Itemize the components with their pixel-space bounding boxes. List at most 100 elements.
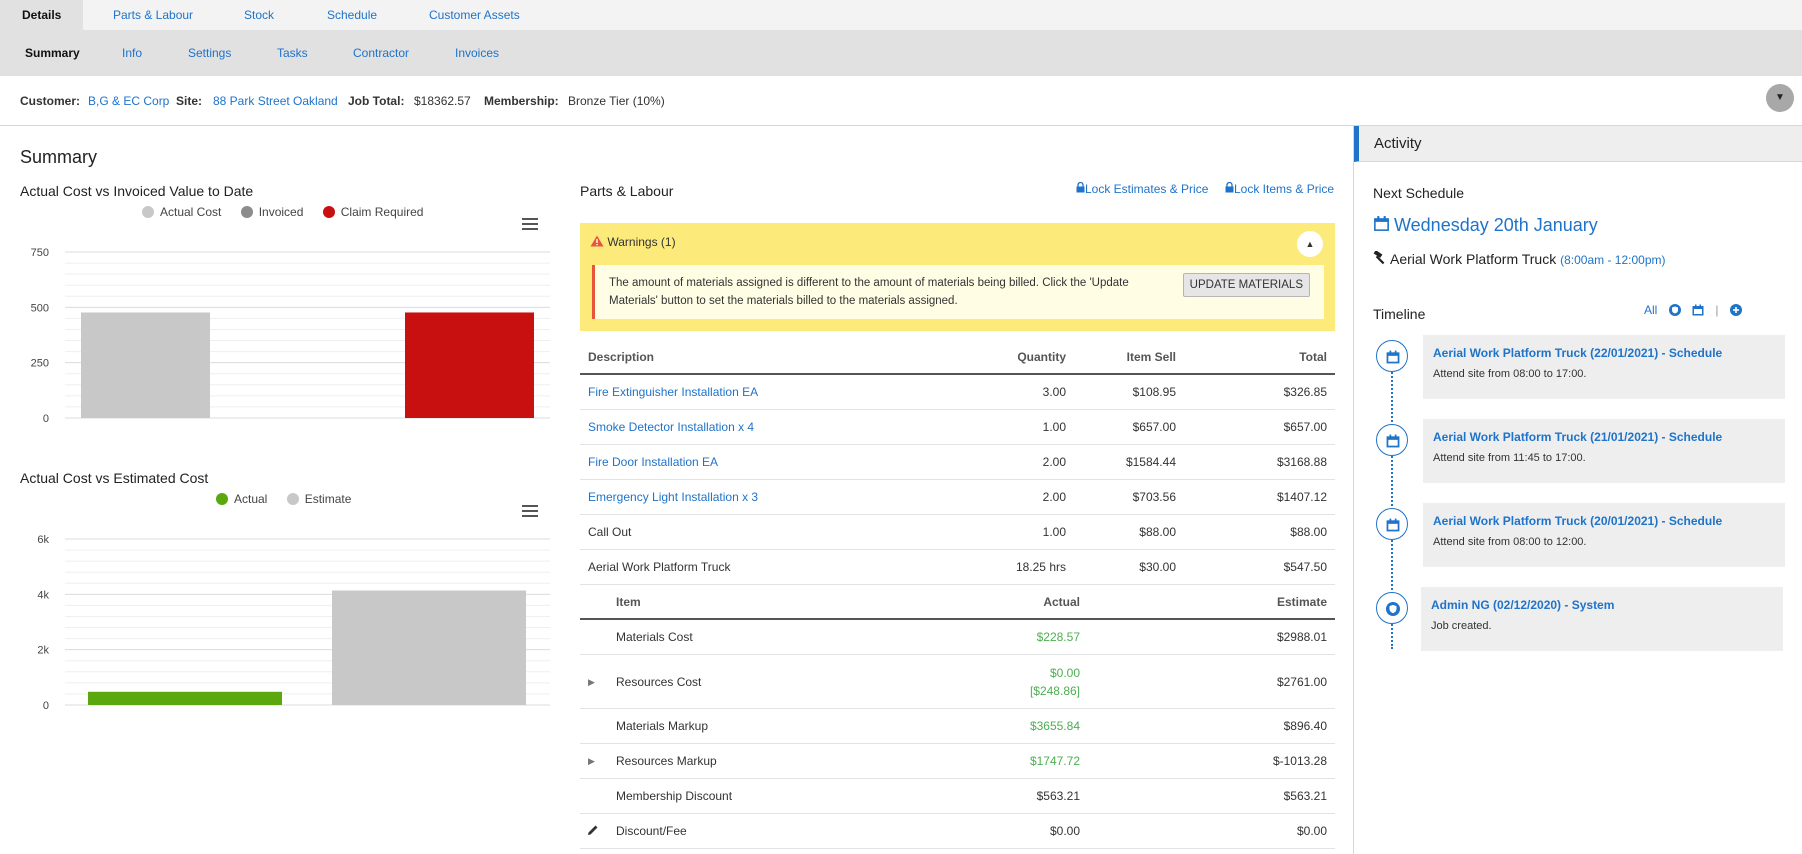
calendar-icon: [1386, 518, 1400, 532]
lock-items-link[interactable]: Lock Items & Price: [1225, 181, 1335, 196]
filter-all[interactable]: All: [1644, 303, 1657, 317]
timeline-card-title[interactable]: Aerial Work Platform Truck (20/01/2021) …: [1433, 514, 1722, 528]
bar-actual[interactable]: [88, 691, 282, 705]
row-total: $326.85: [1283, 385, 1327, 399]
legend-claim-required[interactable]: Claim Required: [322, 205, 423, 219]
timeline-card: Aerial Work Platform Truck (20/01/2021) …: [1423, 503, 1785, 567]
timeline-card-detail: Attend site from 08:00 to 12:00.: [1433, 536, 1587, 548]
row-total: $88.00: [1290, 525, 1327, 539]
calendar-icon: [1374, 216, 1389, 231]
lock-icon: [1225, 181, 1234, 193]
subtab-invoices[interactable]: Invoices: [455, 31, 499, 76]
expand-row-icon[interactable]: ▶: [588, 744, 595, 779]
expand-row-icon[interactable]: ▶: [588, 655, 595, 709]
tab-details[interactable]: Details: [0, 0, 84, 31]
bar-estimate[interactable]: [332, 590, 526, 705]
expand-info-button[interactable]: ▼: [1766, 84, 1794, 112]
tab-customer-assets[interactable]: Customer Assets: [407, 0, 542, 31]
customer-link[interactable]: B,G & EC Corp: [88, 94, 169, 108]
legend-invoiced[interactable]: Invoiced: [240, 205, 304, 219]
row-item-sell: $657.00: [1132, 420, 1176, 434]
job-total-label: Job Total:: [348, 94, 405, 108]
chart-1-title: Actual Cost vs Invoiced Value to Date: [20, 183, 254, 199]
tab-stock[interactable]: Stock: [222, 0, 296, 31]
cost-actual: $563.21: [1036, 789, 1080, 803]
bar-claim-required[interactable]: [405, 312, 534, 418]
row-quantity: 2.00: [1042, 455, 1066, 469]
lock-icon: [1076, 181, 1085, 193]
membership-value: Bronze Tier (10%): [568, 94, 665, 108]
cost-row: Materials Markup $3655.84 $896.40: [580, 709, 1335, 744]
parts-table: Description Quantity Item Sell Total Fir…: [580, 340, 1335, 585]
add-activity-plus-icon[interactable]: [1729, 304, 1742, 316]
legend-estimate[interactable]: Estimate: [286, 492, 352, 506]
membership-label: Membership:: [484, 94, 559, 108]
legend-dot: [216, 493, 228, 505]
timeline-filters: All |: [1644, 303, 1742, 317]
legend-label: Estimate: [304, 492, 352, 506]
tab-schedule[interactable]: Schedule: [305, 0, 399, 31]
row-description[interactable]: Fire Extinguisher Installation EA: [588, 375, 758, 410]
chart-2-menu-icon[interactable]: [522, 505, 538, 517]
chart-1-plot: 0 250 500 750: [31, 247, 550, 425]
legend-label: Invoiced: [258, 205, 304, 219]
row-total: $657.00: [1283, 420, 1327, 434]
next-schedule-date[interactable]: Wednesday 20th January: [1373, 215, 1598, 236]
subtab-settings[interactable]: Settings: [188, 31, 231, 76]
chart-1-legend: Actual Cost Invoiced Claim Required: [142, 205, 439, 219]
lock-estimates-link[interactable]: Lock Estimates & Price: [1076, 181, 1208, 196]
cost-actual: $1747.72: [1029, 754, 1080, 768]
timeline-card-title[interactable]: Aerial Work Platform Truck (22/01/2021) …: [1433, 346, 1722, 360]
bar-actual-cost[interactable]: [81, 312, 210, 418]
lock-items-label: Lock Items & Price: [1234, 182, 1335, 196]
next-date-text: Wednesday 20th January: [1394, 215, 1598, 235]
activity-panel: Activity Next Schedule Wednesday 20th Ja…: [1353, 126, 1802, 854]
table-row[interactable]: Smoke Detector Installation x 4 1.00 $657.…: [580, 410, 1335, 445]
cost-estimate: $563.21: [1283, 789, 1327, 803]
cost-row: Membership Discount $563.21 $563.21: [580, 779, 1335, 814]
row-description[interactable]: Emergency Light Installation x 3: [588, 480, 758, 515]
legend-actual-cost[interactable]: Actual Cost: [142, 205, 221, 219]
cost-item-label: Materials Cost: [616, 630, 693, 644]
subtab-summary[interactable]: Summary: [25, 31, 80, 76]
table-row[interactable]: Fire Door Installation EA 2.00 $1584.44 $31…: [580, 445, 1335, 480]
filter-system-shield-icon[interactable]: [1668, 304, 1681, 316]
subtab-contractor[interactable]: Contractor: [353, 31, 409, 76]
col-quantity: Quantity: [1017, 350, 1066, 364]
y-tick-label: 6k: [37, 534, 49, 546]
cost-item-label: Membership Discount: [616, 789, 733, 803]
chart-1-menu-icon[interactable]: [522, 218, 538, 230]
subtab-tasks[interactable]: Tasks: [277, 31, 308, 76]
y-tick-label: 4k: [37, 589, 49, 601]
customer-label: Customer:: [20, 94, 81, 108]
cost-item-label: Materials Markup: [616, 719, 709, 733]
timeline-card-title[interactable]: Admin NG (02/12/2020) - System: [1431, 598, 1614, 612]
cost-estimate: $2988.01: [1276, 630, 1327, 644]
legend-dot: [286, 493, 299, 505]
cost-row[interactable]: ▶ Resources Cost $0.00 [$248.86] $2761.00: [580, 655, 1335, 709]
activity-title: Activity: [1374, 135, 1422, 152]
legend-actual[interactable]: Actual: [216, 492, 267, 506]
shield-icon: [1386, 602, 1400, 616]
collapse-warnings-button[interactable]: ▲: [1297, 231, 1323, 257]
warnings-header[interactable]: Warnings (1): [590, 235, 676, 249]
cost-item-label: Discount/Fee: [616, 824, 687, 838]
legend-dot: [142, 206, 154, 218]
row-description: Call Out: [588, 525, 632, 539]
table-row[interactable]: Fire Extinguisher Installation EA 3.00 $10…: [580, 375, 1335, 410]
y-tick-label: 2k: [37, 645, 49, 657]
row-description[interactable]: Fire Door Installation EA: [588, 445, 718, 480]
timeline-card-title[interactable]: Aerial Work Platform Truck (21/01/2021) …: [1433, 430, 1722, 444]
edit-pencil-icon[interactable]: [587, 814, 599, 849]
cost-row[interactable]: ▶ Resources Markup $1747.72 $-1013.28: [580, 744, 1335, 779]
table-row[interactable]: Emergency Light Installation x 3 2.00 $703…: [580, 480, 1335, 515]
row-description[interactable]: Smoke Detector Installation x 4: [588, 410, 754, 445]
filter-schedule-calendar-icon[interactable]: [1692, 304, 1704, 316]
next-job-name: Aerial Work Platform Truck: [1390, 251, 1557, 267]
timeline-node: [1376, 424, 1408, 456]
subtab-info[interactable]: Info: [122, 31, 142, 76]
tab-parts-labour[interactable]: Parts & Labour: [91, 0, 215, 31]
site-link[interactable]: 88 Park Street Oakland: [213, 94, 338, 108]
update-materials-button[interactable]: UPDATE MATERIALS: [1182, 273, 1310, 297]
y-tick-label: 250: [31, 358, 49, 370]
